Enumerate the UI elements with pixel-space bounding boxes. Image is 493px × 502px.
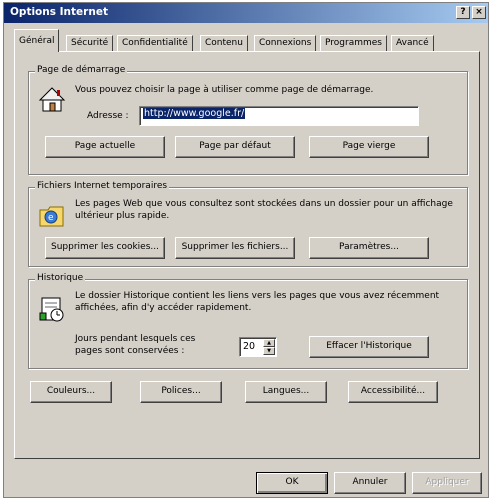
tab-confidentialite[interactable]: Confidentialité: [117, 35, 193, 51]
svg-text:e: e: [48, 213, 54, 223]
history-description: Le dossier Historique contient les liens…: [75, 291, 440, 313]
history-days-label: Jours pendant lesquels ces pages sont co…: [75, 334, 196, 356]
window-title: Options Internet: [10, 6, 108, 18]
tab-contenu[interactable]: Contenu: [200, 35, 248, 51]
close-button[interactable]: ×: [472, 6, 486, 19]
current-page-button[interactable]: Page actuelle: [45, 136, 165, 158]
spin-down-icon[interactable]: ▼: [263, 347, 275, 355]
address-value: http://www.google.fr/: [143, 108, 246, 119]
languages-button[interactable]: Langues...: [245, 381, 327, 403]
history-days-value: 20: [243, 341, 256, 352]
accessibility-button[interactable]: Accessibilité...: [348, 381, 438, 403]
house-icon: [38, 87, 66, 112]
colors-button[interactable]: Couleurs...: [30, 381, 112, 403]
fonts-button[interactable]: Polices...: [140, 381, 222, 403]
spinner-buttons: ▲ ▼: [263, 339, 275, 355]
temp-settings-button[interactable]: Paramètres...: [309, 237, 429, 259]
tab-avance[interactable]: Avancé: [391, 35, 434, 51]
options-internet-dialog: Options Internet ? × Général Sécurité Co…: [3, 2, 489, 498]
temp-files-description: Les pages Web que vous consultez sont st…: [75, 199, 453, 221]
delete-cookies-button[interactable]: Supprimer les cookies...: [45, 237, 165, 259]
spin-up-icon[interactable]: ▲: [263, 339, 275, 347]
title-bar[interactable]: Options Internet ? ×: [4, 3, 488, 23]
history-icon: [39, 297, 64, 322]
history-days-spinner[interactable]: 20 ▲ ▼: [239, 337, 277, 357]
apply-button[interactable]: Appliquer: [412, 472, 482, 494]
history-legend: Historique: [35, 273, 86, 283]
address-input[interactable]: http://www.google.fr/: [139, 106, 419, 126]
folder-ie-icon: e: [39, 206, 64, 227]
home-page-group: Page de démarrage Vous pouvez choisir la…: [28, 65, 468, 175]
temp-files-legend: Fichiers Internet temporaires: [35, 181, 170, 191]
help-button[interactable]: ?: [456, 6, 470, 19]
blank-page-button[interactable]: Page vierge: [309, 136, 429, 158]
temp-files-group: Fichiers Internet temporaires e Les page…: [28, 181, 468, 267]
home-page-legend: Page de démarrage: [35, 65, 128, 75]
delete-files-button[interactable]: Supprimer les fichiers...: [175, 237, 295, 259]
address-label: Adresse :: [87, 111, 129, 121]
tab-general[interactable]: Général: [14, 29, 60, 52]
default-page-button[interactable]: Page par défaut: [175, 136, 295, 158]
ok-button[interactable]: OK: [256, 472, 328, 494]
history-group: Historique Le dossier Historique contien…: [28, 273, 468, 369]
tab-securite[interactable]: Sécurité: [66, 35, 114, 51]
clear-history-button[interactable]: Effacer l'Historique: [309, 336, 429, 358]
tab-programmes[interactable]: Programmes: [320, 35, 387, 51]
general-tab-panel: Page de démarrage Vous pouvez choisir la…: [14, 51, 480, 459]
tab-connexions[interactable]: Connexions: [254, 35, 317, 51]
home-page-description: Vous pouvez choisir la page à utiliser c…: [75, 85, 374, 95]
cancel-button[interactable]: Annuler: [334, 472, 406, 494]
